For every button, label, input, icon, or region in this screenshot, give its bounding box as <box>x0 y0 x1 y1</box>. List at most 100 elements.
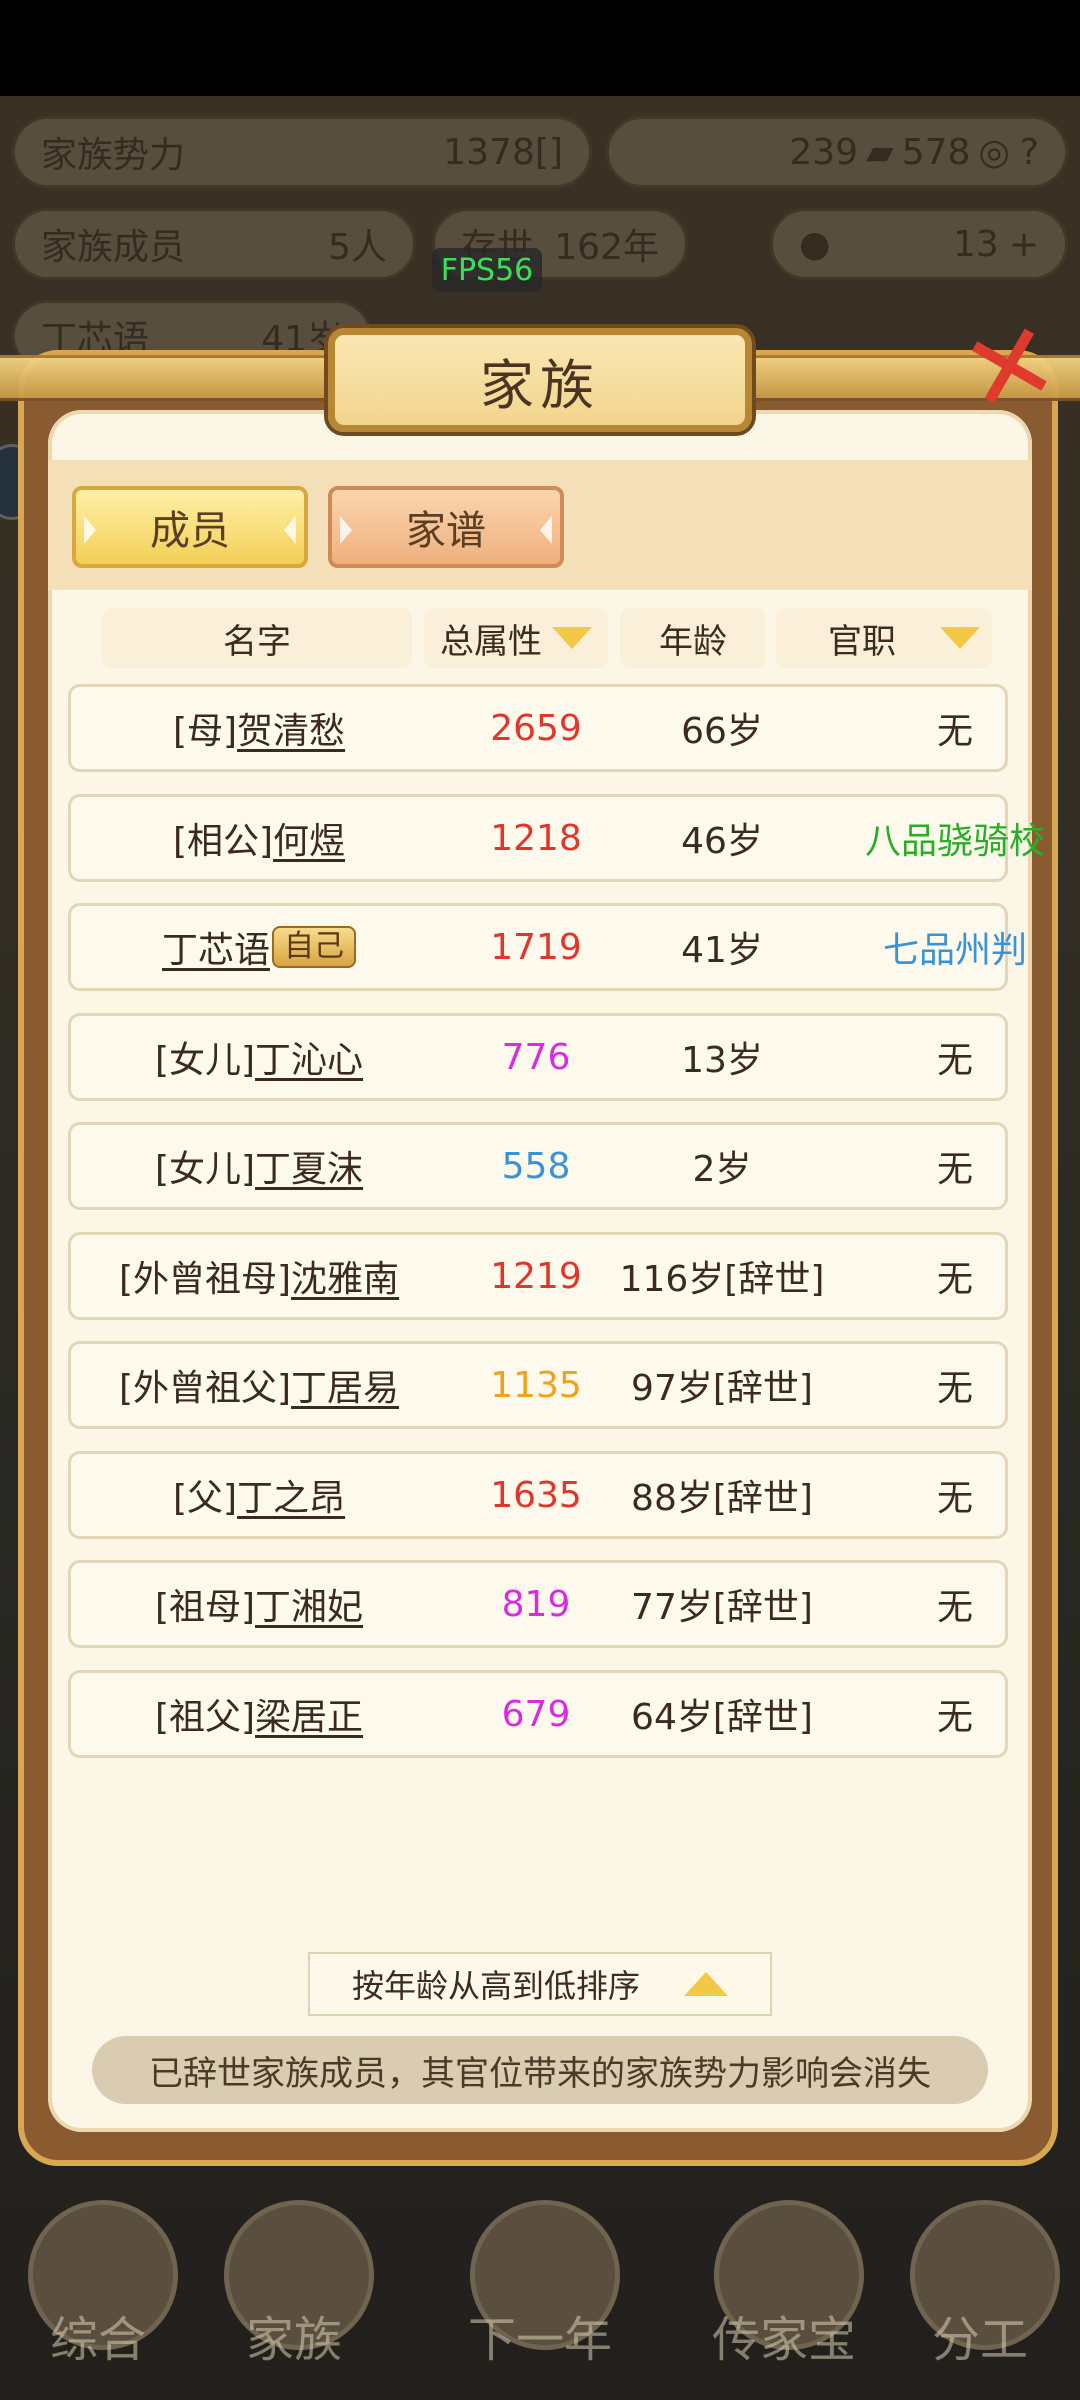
member-name[interactable]: 丁湘妃 <box>255 1578 363 1630</box>
member-relation: [外曾祖母] <box>118 1259 292 1300</box>
sort-up-icon <box>684 1972 728 1996</box>
header-name: 名字 <box>102 608 412 668</box>
member-official-title: 无 <box>936 1040 973 1081</box>
member-name-cell: [母] 贺清愁 <box>71 687 447 769</box>
header-age[interactable]: 年龄 <box>620 608 766 668</box>
nav-label-next-year: 下一年 <box>467 2312 612 2368</box>
member-official-title: 无 <box>936 1478 973 1519</box>
member-row[interactable]: [女儿] 丁沁心 776 13岁 无 <box>68 1013 1008 1101</box>
member-relation: [相公] <box>172 821 274 862</box>
member-official-title: 无 <box>936 1149 973 1190</box>
member-official-title: 八品骁骑校 <box>864 821 1045 862</box>
status-bar <box>0 0 1080 96</box>
member-name[interactable]: 何煜 <box>273 812 345 864</box>
notice-banner: 已辞世家族成员，其官位带来的家族势力影响会消失 <box>92 2036 988 2104</box>
header-title-label: 官职 <box>828 621 896 662</box>
dialog-title: 家族 <box>480 353 600 417</box>
nav-item-overview[interactable]: 综合 <box>8 2180 188 2380</box>
member-attr: 1135 <box>490 1364 582 1406</box>
member-official-title: 无 <box>936 1697 973 1738</box>
member-relation: [女儿] <box>154 1040 256 1081</box>
member-name[interactable]: 丁居易 <box>291 1359 399 1411</box>
fps-counter: FPS56 <box>432 248 542 292</box>
member-name[interactable]: 梁居正 <box>255 1688 363 1740</box>
member-attr: 776 <box>501 1036 571 1078</box>
member-attr: 1635 <box>490 1474 582 1516</box>
member-name-cell: [外曾祖母] 沈雅南 <box>71 1235 447 1317</box>
member-row[interactable]: [相公] 何煜 1218 46岁 八品骁骑校 <box>68 794 1045 882</box>
member-official-title: 无 <box>936 1259 973 1300</box>
member-official-title: 无 <box>936 711 973 752</box>
member-age: 88岁[辞世] <box>631 1478 813 1519</box>
member-name[interactable]: 丁芯语 <box>162 921 270 973</box>
header-attr[interactable]: 总属性 <box>424 608 608 668</box>
member-age: 116岁[辞世] <box>619 1259 825 1300</box>
notice-text: 已辞世家族成员，其官位带来的家族势力影响会消失 <box>149 2053 931 2094</box>
member-row[interactable]: [女儿] 丁夏沫 558 2岁 无 <box>68 1122 1008 1210</box>
header-name-label: 名字 <box>223 621 291 662</box>
nav-label-family: 家族 <box>245 2312 342 2368</box>
member-official-title: 七品州判 <box>882 930 1027 971</box>
member-name-cell: 丁芯语 自己 <box>71 906 447 988</box>
nav-label-overview: 综合 <box>49 2312 146 2368</box>
member-attr: 558 <box>501 1145 571 1187</box>
member-age: 46岁 <box>681 821 763 862</box>
member-age: 66岁 <box>681 711 763 752</box>
member-relation: [外曾祖父] <box>118 1368 292 1409</box>
member-attr: 1219 <box>490 1255 582 1297</box>
member-relation: [女儿] <box>154 1149 256 1190</box>
member-age: 97岁[辞世] <box>631 1368 813 1409</box>
member-attr: 1719 <box>490 926 582 968</box>
sort-down-icon <box>552 627 592 649</box>
member-name-cell: [父] 丁之昂 <box>71 1454 447 1536</box>
member-row[interactable]: [祖父] 梁居正 679 64岁[辞世] 无 <box>68 1670 1008 1758</box>
member-row[interactable]: [母] 贺清愁 2659 66岁 无 <box>68 684 1008 772</box>
member-name-cell: [祖父] 梁居正 <box>71 1673 447 1755</box>
dialog-title-plate: 家族 <box>328 328 752 432</box>
member-name[interactable]: 贺清愁 <box>237 702 345 754</box>
tab-genealogy[interactable]: 家谱 <box>328 486 564 568</box>
member-name[interactable]: 丁之昂 <box>237 1469 345 1521</box>
header-age-label: 年龄 <box>659 621 727 662</box>
member-age: 64岁[辞世] <box>631 1697 813 1738</box>
member-name[interactable]: 丁夏沫 <box>255 1140 363 1192</box>
member-name-cell: [外曾祖父] 丁居易 <box>71 1344 447 1426</box>
nav-item-family[interactable]: 家族 <box>204 2180 384 2380</box>
member-official-title: 无 <box>936 1368 973 1409</box>
header-title[interactable]: 官职 <box>776 608 992 668</box>
nav-label-division: 分工 <box>931 2312 1028 2368</box>
sort-button-label: 按年龄从高到低排序 <box>351 1967 640 2005</box>
member-relation: [父] <box>172 1478 238 1519</box>
nav-label-heirloom: 传家宝 <box>711 2312 856 2368</box>
member-age: 2岁 <box>692 1149 752 1190</box>
member-attr: 1218 <box>490 817 582 859</box>
member-name-cell: [女儿] 丁沁心 <box>71 1016 447 1098</box>
nav-item-heirloom[interactable]: 传家宝 <box>694 2180 874 2380</box>
member-age: 13岁 <box>681 1040 763 1081</box>
member-row[interactable]: [祖母] 丁湘妃 819 77岁[辞世] 无 <box>68 1560 1008 1648</box>
tab-members[interactable]: 成员 <box>72 486 308 568</box>
member-relation: [祖母] <box>154 1587 256 1628</box>
member-attr: 819 <box>501 1583 571 1625</box>
member-name[interactable]: 沈雅南 <box>291 1250 399 1302</box>
member-relation: [祖父] <box>154 1697 256 1738</box>
member-attr: 2659 <box>490 707 582 749</box>
nav-item-division[interactable]: 分工 <box>890 2180 1070 2380</box>
header-attr-label: 总属性 <box>440 621 542 662</box>
member-row[interactable]: [父] 丁之昂 1635 88岁[辞世] 无 <box>68 1451 1008 1539</box>
member-name-cell: [女儿] 丁夏沫 <box>71 1125 447 1207</box>
member-age: 77岁[辞世] <box>631 1587 813 1628</box>
member-relation: [母] <box>172 711 238 752</box>
member-row[interactable]: [外曾祖父] 丁居易 1135 97岁[辞世] 无 <box>68 1341 1008 1429</box>
nav-item-next-year[interactable]: 下一年 <box>450 2180 630 2380</box>
member-name[interactable]: 丁沁心 <box>255 1031 363 1083</box>
self-badge: 自己 <box>272 926 356 968</box>
member-attr: 679 <box>501 1693 571 1735</box>
filter-down-icon <box>940 627 980 649</box>
sort-button[interactable]: 按年龄从高到低排序 <box>308 1952 772 2016</box>
member-name-cell: [相公] 何煜 <box>71 797 447 879</box>
tab-genealogy-label: 家谱 <box>406 508 486 554</box>
member-row[interactable]: 丁芯语 自己 1719 41岁 七品州判 <box>68 903 1027 991</box>
member-row[interactable]: [外曾祖母] 沈雅南 1219 116岁[辞世] 无 <box>68 1232 1008 1320</box>
tab-members-label: 成员 <box>150 508 230 554</box>
